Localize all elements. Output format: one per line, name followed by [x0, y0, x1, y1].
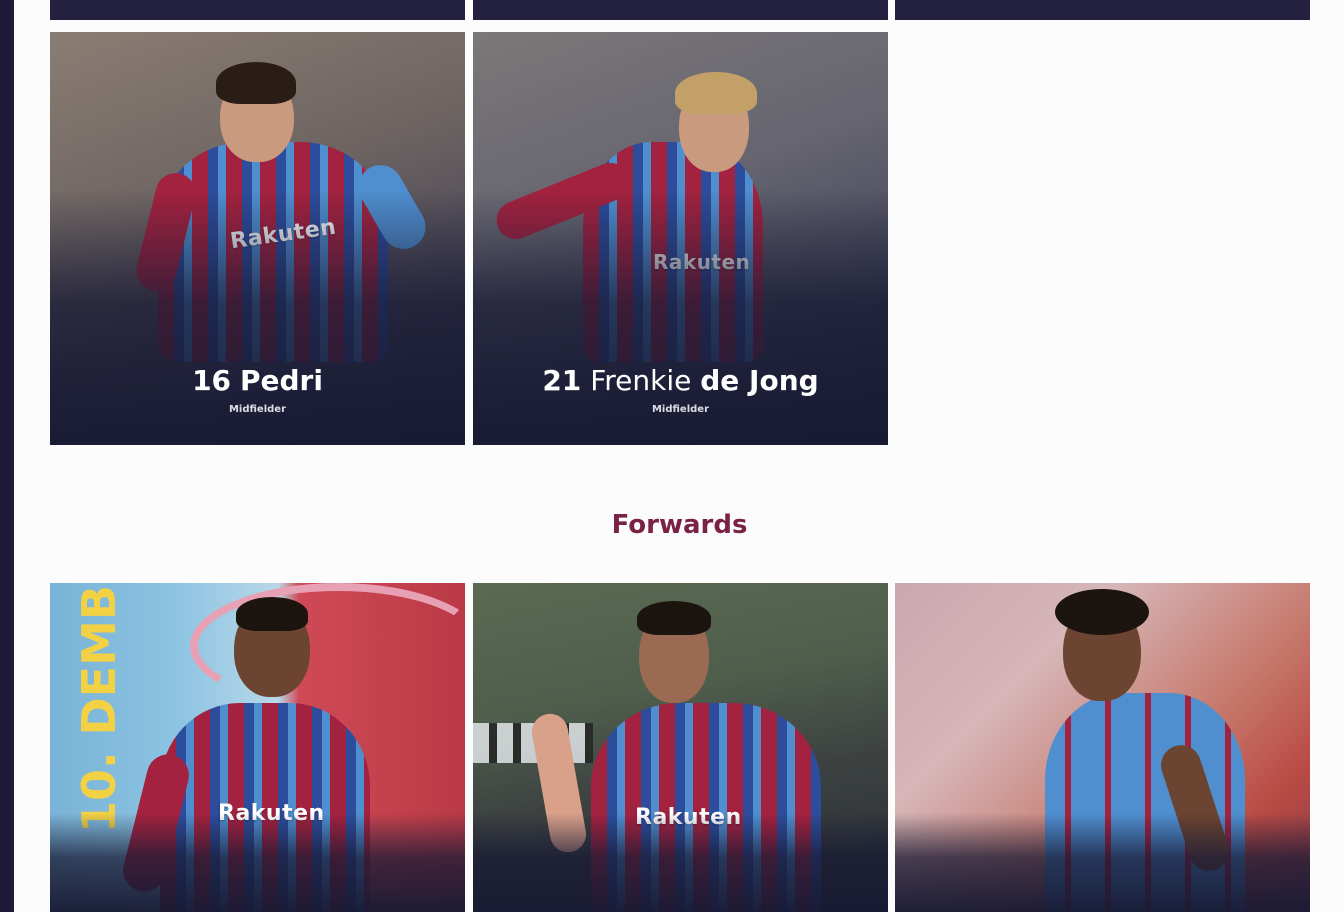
- player-caption: 16 Pedri Midfielder: [50, 364, 465, 415]
- player-card-forward[interactable]: [895, 583, 1310, 912]
- player-number: 21: [542, 364, 582, 397]
- player-card-pedri[interactable]: Rakuten 16 Pedri Midfielder: [50, 32, 465, 445]
- player-card-forward[interactable]: 10. DEMBÉLÉ Rakuten: [50, 583, 465, 912]
- player-card-forward[interactable]: Rakuten: [473, 583, 888, 912]
- player-caption: 21 Frenkie de Jong Midfielder: [473, 364, 888, 415]
- player-card-partial[interactable]: [895, 0, 1310, 20]
- player-position: Midfielder: [651, 404, 710, 415]
- player-card-partial[interactable]: [473, 0, 888, 20]
- players-page: Rakuten 16 Pedri Midfielder Rakuten: [0, 0, 1344, 912]
- player-number: 16: [192, 364, 232, 397]
- player-position: Midfielder: [228, 404, 287, 415]
- section-title-forwards: Forwards: [611, 510, 748, 540]
- player-first-name: Frenkie: [590, 364, 692, 397]
- left-rail: [0, 0, 14, 912]
- player-last-name: Pedri: [239, 364, 323, 397]
- player-card-frenkie-de-jong[interactable]: Rakuten 21 Frenkie de Jong Midfielder: [473, 32, 888, 445]
- player-card-partial[interactable]: [50, 0, 465, 20]
- player-last-name: de Jong: [700, 364, 819, 397]
